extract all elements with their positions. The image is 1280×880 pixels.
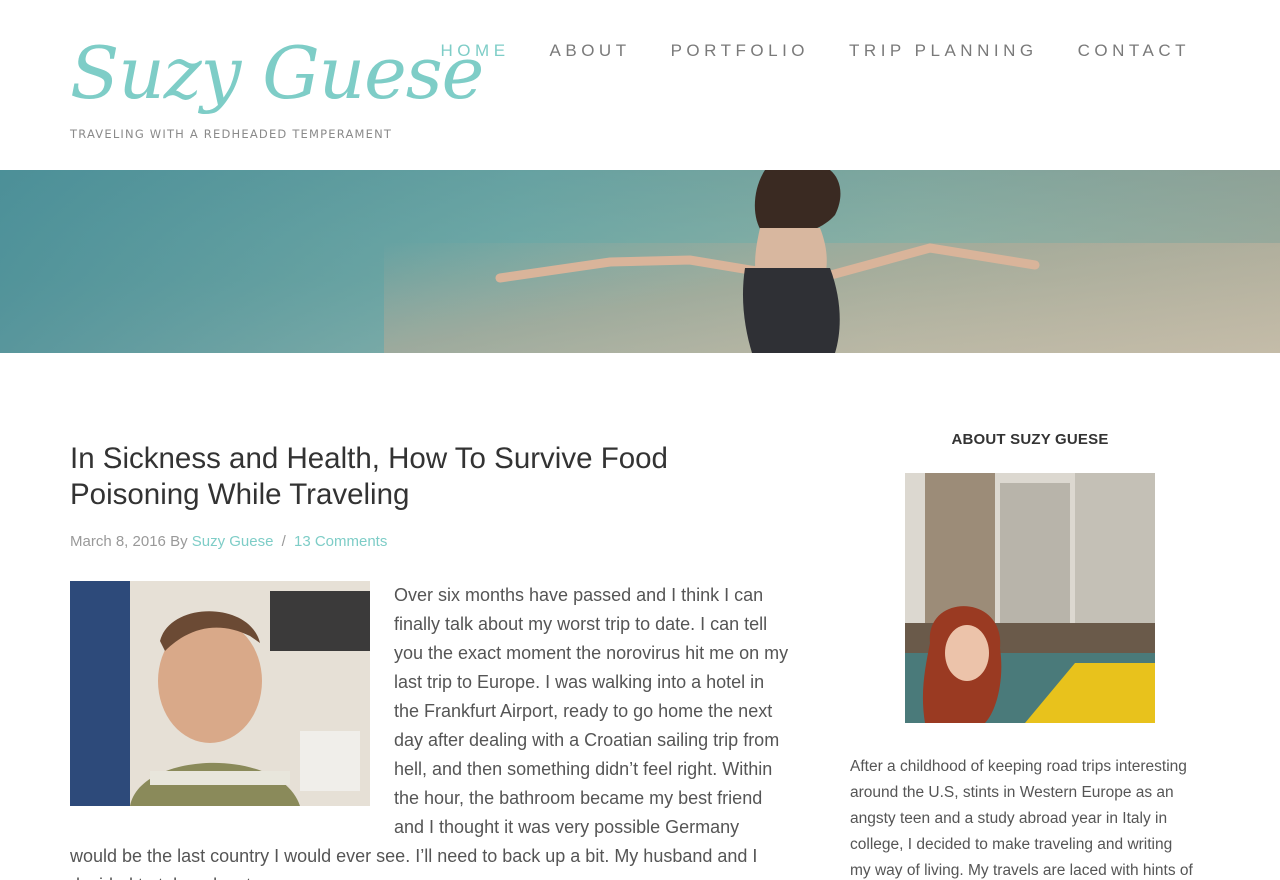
post-meta: March 8, 2016 By Suzy Guese / 13 Comment… — [70, 533, 387, 550]
post-comments-link[interactable]: 13 Comments — [294, 533, 387, 550]
meta-separator: / — [281, 533, 286, 550]
site-logo[interactable]: Suzy Guese TRAVELING WITH A REDHEADED TE… — [70, 30, 484, 142]
post-body: Over six months have passed and I think … — [70, 581, 790, 880]
about-widget-text: After a childhood of keeping road trips … — [850, 758, 1193, 879]
nav-item-trip-planning[interactable]: TRIP PLANNING — [849, 40, 1038, 62]
about-author-image — [905, 473, 1155, 723]
main-nav: HOME ABOUT PORTFOLIO TRIP PLANNING CONTA… — [401, 40, 1190, 62]
site-tagline: TRAVELING WITH A REDHEADED TEMPERAMENT — [70, 127, 393, 141]
post-author-link[interactable]: Suzy Guese — [192, 533, 274, 550]
nav-item-about[interactable]: ABOUT — [550, 40, 631, 62]
hero-banner-image — [0, 170, 1280, 353]
site-header: Suzy Guese TRAVELING WITH A REDHEADED TE… — [0, 0, 1280, 170]
woman-arms-outstretched-icon — [495, 170, 1040, 353]
nav-item-portfolio[interactable]: PORTFOLIO — [671, 40, 809, 62]
nav-item-home[interactable]: HOME — [441, 40, 510, 62]
redhead-woman-chicago-river-icon — [905, 473, 1155, 723]
about-widget-title: ABOUT SUZY GUESE — [951, 431, 1109, 448]
post-by-label: By — [170, 533, 188, 550]
post-date: March 8, 2016 — [70, 533, 166, 550]
post-title[interactable]: In Sickness and Health, How To Survive F… — [70, 441, 790, 513]
nav-item-contact[interactable]: CONTACT — [1078, 40, 1190, 62]
